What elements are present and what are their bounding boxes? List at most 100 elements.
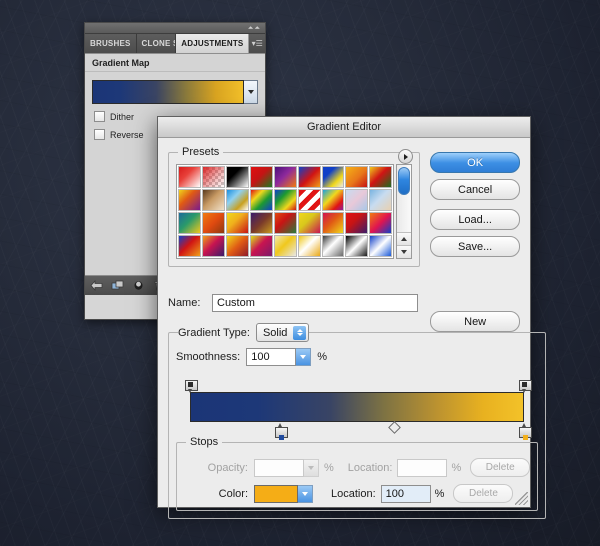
reverse-checkbox[interactable] — [94, 129, 105, 140]
gradient-preset-dropdown-button[interactable] — [244, 80, 258, 104]
opacity-location-input — [397, 458, 448, 477]
opacity-stop-1[interactable] — [518, 380, 532, 393]
opacity-stop-0[interactable] — [184, 380, 198, 393]
preset-swatch[interactable] — [345, 235, 369, 257]
visibility-eye-icon[interactable] — [132, 279, 145, 292]
preset-swatch-grid[interactable] — [176, 164, 395, 259]
preset-swatch[interactable] — [369, 189, 393, 211]
color-label: Color: — [218, 487, 248, 500]
desktop-background: ⏶⏶ BRUSHES CLONE S ADJUSTMENTS ▾☰ Gradie… — [0, 0, 600, 546]
gradient-type-select[interactable]: Solid — [255, 323, 310, 342]
presets-scrollbar[interactable] — [396, 164, 413, 259]
preset-swatch[interactable] — [178, 166, 201, 188]
preset-swatch[interactable] — [321, 235, 345, 257]
preset-swatch[interactable] — [321, 212, 345, 234]
preset-swatch[interactable] — [249, 166, 273, 188]
arrow-up-icon[interactable] — [397, 232, 412, 245]
color-swatch-button[interactable] — [254, 484, 298, 503]
load-button[interactable]: Load... — [430, 209, 520, 230]
preset-swatch[interactable] — [225, 166, 249, 188]
preset-swatch[interactable] — [321, 189, 345, 211]
smoothness-input[interactable]: 100 — [246, 348, 297, 366]
panel-menu-icon[interactable]: ▾☰ — [249, 34, 265, 53]
scrollbar-track[interactable] — [397, 165, 411, 232]
preset-swatch[interactable] — [345, 212, 369, 234]
gradient-type-label: Gradient Type: — [178, 326, 250, 339]
preset-swatch[interactable] — [178, 212, 201, 234]
color-stop-1[interactable] — [518, 423, 532, 440]
preset-swatch[interactable] — [249, 212, 273, 234]
gradient-type-legend: Gradient Type: Solid — [178, 323, 310, 342]
clip-layer-icon[interactable] — [111, 279, 124, 292]
preset-swatch[interactable] — [178, 235, 201, 257]
preset-swatch[interactable] — [225, 212, 249, 234]
dialog-title: Gradient Editor — [307, 121, 381, 133]
reverse-label: Reverse — [110, 129, 144, 140]
preset-swatch[interactable] — [345, 189, 369, 211]
opacity-stop-row: Opacity: % Location: % Delete — [184, 458, 531, 477]
preset-swatch[interactable] — [345, 166, 369, 188]
preset-swatch-area — [176, 164, 413, 259]
gradient-bar-editor[interactable] — [176, 380, 538, 440]
preset-swatch[interactable] — [249, 235, 273, 257]
dialog-buttons-column: OK Cancel Load... Save... New — [420, 146, 520, 338]
opacity-unit: % — [324, 461, 334, 474]
preset-swatch[interactable] — [321, 166, 345, 188]
gradient-map-preview[interactable] — [92, 80, 244, 104]
tab-clone-source-label: CLONE S — [141, 39, 177, 48]
preset-swatch[interactable] — [201, 166, 225, 188]
smoothness-row: Smoothness: 100 % — [176, 348, 538, 366]
resize-grip-icon[interactable] — [515, 492, 528, 505]
preset-swatch[interactable] — [297, 235, 321, 257]
save-button[interactable]: Save... — [430, 236, 520, 257]
preset-swatch[interactable] — [249, 189, 273, 211]
back-arrow-icon[interactable] — [90, 279, 103, 292]
updown-arrows-icon — [293, 325, 307, 340]
preset-swatch[interactable] — [201, 212, 225, 234]
preset-swatch[interactable] — [369, 166, 393, 188]
dialog-titlebar[interactable]: Gradient Editor — [158, 117, 530, 138]
presets-menu-icon[interactable] — [398, 149, 414, 164]
panel-collapse-icon[interactable]: ⏶⏶ — [248, 25, 261, 32]
panel-tab-bar: BRUSHES CLONE S ADJUSTMENTS ▾☰ — [85, 34, 265, 54]
dialog-body: Presets OK Cancel Load... Save... New Na… — [158, 138, 547, 519]
preset-swatch[interactable] — [369, 235, 393, 257]
preset-swatch[interactable] — [273, 189, 297, 211]
preset-swatch[interactable] — [273, 235, 297, 257]
tab-brushes-label: BRUSHES — [90, 39, 131, 48]
panel-title: Gradient Map — [85, 54, 265, 72]
smoothness-unit: % — [317, 351, 327, 363]
cancel-button[interactable]: Cancel — [430, 179, 520, 200]
ok-button[interactable]: OK — [430, 152, 520, 173]
arrow-down-icon[interactable] — [397, 245, 412, 258]
color-stop-0[interactable] — [274, 423, 288, 440]
preset-swatch[interactable] — [297, 166, 321, 188]
color-location-label: Location: — [331, 487, 376, 500]
dither-checkbox[interactable] — [94, 111, 105, 122]
color-location-input[interactable]: 100 — [380, 484, 431, 503]
preset-swatch[interactable] — [225, 235, 249, 257]
preset-swatch[interactable] — [369, 212, 393, 234]
panel-titlebar[interactable]: ⏶⏶ — [85, 23, 265, 34]
gradient-midpoint-marker[interactable] — [388, 421, 402, 434]
preset-swatch[interactable] — [201, 235, 225, 257]
gradient-editor-dialog: Gradient Editor Presets OK Cancel Load..… — [157, 116, 547, 519]
color-dropdown-button[interactable] — [298, 484, 313, 503]
preset-swatch[interactable] — [273, 166, 297, 188]
scrollbar-thumb[interactable] — [398, 167, 411, 195]
preset-swatch[interactable] — [201, 189, 225, 211]
gradient-type-value: Solid — [262, 326, 288, 339]
tab-brushes[interactable]: BRUSHES — [85, 34, 137, 53]
opacity-location-unit: % — [451, 461, 462, 474]
preset-swatch[interactable] — [297, 189, 321, 211]
preset-swatch[interactable] — [178, 189, 201, 211]
tab-clone-source[interactable]: CLONE S — [137, 34, 177, 53]
gradient-bar[interactable] — [190, 392, 525, 422]
preset-swatch[interactable] — [225, 189, 249, 211]
name-input[interactable]: Custom — [212, 294, 418, 312]
smoothness-dropdown-button[interactable] — [296, 348, 312, 366]
tab-adjustments[interactable]: ADJUSTMENTS — [176, 34, 250, 53]
preset-swatch[interactable] — [273, 212, 297, 234]
preset-swatch[interactable] — [297, 212, 321, 234]
opacity-input — [254, 458, 304, 477]
